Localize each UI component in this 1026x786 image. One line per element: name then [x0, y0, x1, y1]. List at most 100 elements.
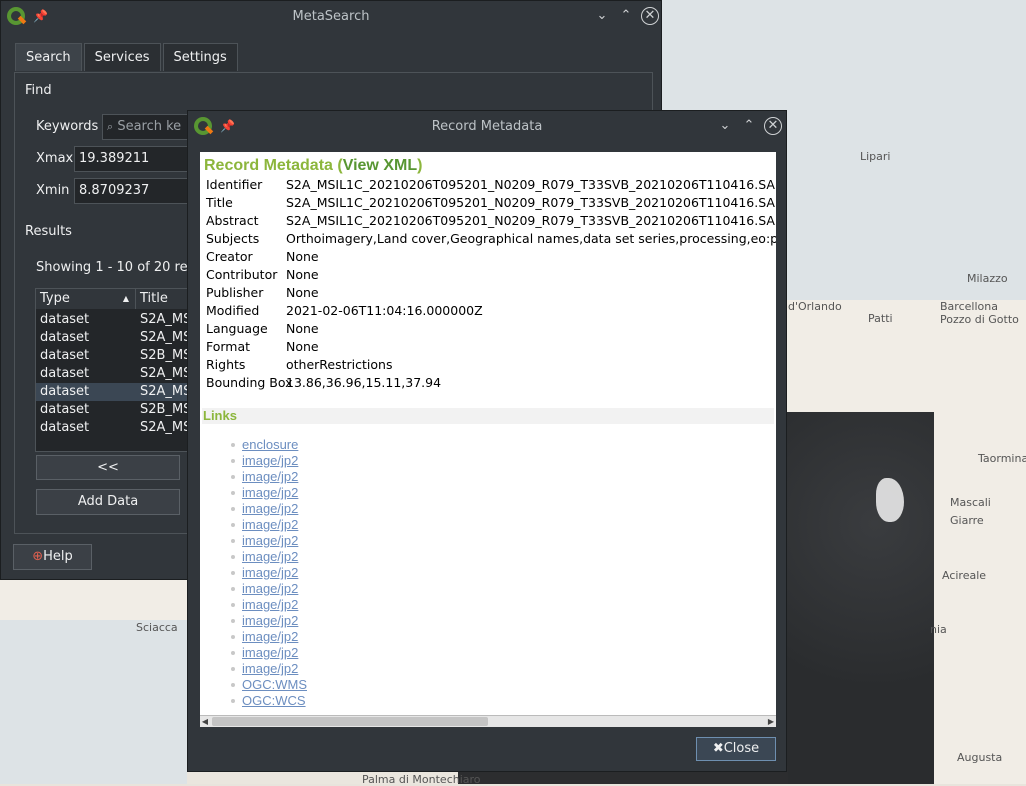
link-image-jp2[interactable]: image/jp2 — [242, 517, 298, 532]
close-icon[interactable]: ✕ — [641, 7, 659, 25]
xmax-field[interactable]: 19.389211 — [74, 146, 192, 172]
maximize-icon[interactable]: ⌃ — [740, 117, 758, 135]
link-image-jp2[interactable]: image/jp2 — [242, 565, 298, 580]
metadata-key: Publisher — [206, 285, 264, 300]
cell-type: dataset — [40, 402, 90, 417]
table-row-selected[interactable]: dataset S2A_MS — [36, 383, 196, 401]
link-image-jp2[interactable]: image/jp2 — [242, 469, 298, 484]
link-image-jp2[interactable]: image/jp2 — [242, 549, 298, 564]
column-type-label: Type — [40, 291, 70, 306]
link-item: enclosure — [231, 437, 774, 453]
find-label: Find — [25, 83, 52, 98]
view-xml-link[interactable]: View XML — [343, 157, 417, 174]
link-image-jp2[interactable]: image/jp2 — [242, 597, 298, 612]
close-icon[interactable]: ✕ — [764, 117, 782, 135]
link-ogc-wms[interactable]: OGC:WMS — [242, 677, 307, 692]
link-image-jp2[interactable]: image/jp2 — [242, 533, 298, 548]
place-label: Mascali — [950, 496, 991, 509]
xmin-field[interactable]: 8.8709237 — [74, 178, 192, 204]
results-table[interactable]: Type ▲ Title dataset S2A_MS dataset S2A_MS… — [35, 288, 197, 452]
search-icon: ⌕ — [107, 120, 114, 133]
link-image-jp2[interactable]: image/jp2 — [242, 613, 298, 628]
column-header-type[interactable]: Type ▲ — [36, 289, 136, 309]
metadata-row: Identifier S2A_MSIL1C_20210206T095201_N02… — [202, 176, 776, 194]
metadata-key: Bounding Box — [206, 375, 293, 390]
cell-type: dataset — [40, 312, 90, 327]
minimize-icon[interactable]: ⌄ — [593, 7, 611, 25]
place-label: Lipari — [860, 150, 891, 163]
tab-search[interactable]: Search — [15, 43, 82, 71]
metadata-key: Subjects — [206, 231, 260, 246]
link-item: image/jp2 — [231, 597, 774, 613]
table-row[interactable]: dataset S2A_MS — [36, 311, 196, 329]
metadata-row: Title S2A_MSIL1C_20210206T095201_N0209_R0… — [202, 194, 776, 212]
table-row[interactable]: dataset S2B_MS — [36, 401, 196, 419]
metadata-value: None — [286, 321, 319, 336]
sort-asc-icon: ▲ — [122, 294, 129, 303]
link-item: image/jp2 — [231, 453, 774, 469]
land-area — [934, 412, 1026, 784]
maximize-icon[interactable]: ⌃ — [617, 7, 635, 25]
link-image-jp2[interactable]: image/jp2 — [242, 661, 298, 676]
link-item: OGC:WMS — [231, 677, 774, 693]
metadata-content: Record Metadata (View XML) Identifier S2A… — [202, 156, 776, 709]
metadata-row: Language None — [202, 320, 774, 338]
metadata-row: Publisher None — [202, 284, 774, 302]
scrollbar-thumb[interactable] — [212, 717, 488, 726]
metadata-row: Creator None — [202, 248, 774, 266]
metadata-key: Language — [206, 321, 268, 336]
keywords-label: Keywords — [36, 119, 99, 134]
metadata-row: Modified 2021-02-06T11:04:16.000000Z — [202, 302, 774, 320]
link-image-jp2[interactable]: image/jp2 — [242, 629, 298, 644]
link-image-jp2[interactable]: image/jp2 — [242, 501, 298, 516]
xmax-label: Xmax — [36, 151, 74, 166]
place-label: Taormina — [978, 452, 1026, 465]
table-row[interactable]: dataset S2A_MS — [36, 419, 196, 437]
add-data-button[interactable]: Add Data — [36, 489, 180, 515]
metadata-key: Rights — [206, 357, 246, 372]
tab-settings[interactable]: Settings — [162, 43, 238, 71]
metadata-value: S2A_MSIL1C_20210206T095201_N0209_R079_T3… — [286, 177, 776, 192]
metadata-key: Title — [206, 195, 233, 210]
dialog-title: Record Metadata — [431, 118, 543, 134]
cell-title: S2A_MS — [140, 330, 192, 345]
help-icon: ⊕ — [32, 549, 44, 564]
metadata-key: Creator — [206, 249, 253, 264]
scroll-right-icon[interactable]: ▶ — [766, 716, 776, 727]
link-item: image/jp2 — [231, 645, 774, 661]
results-label: Results — [25, 224, 72, 239]
cell-type: dataset — [40, 348, 90, 363]
link-ogc-wcs[interactable]: OGC:WCS — [242, 693, 306, 708]
metasearch-titlebar[interactable]: 📌 MetaSearch ⌄ ⌃ ✕ — [1, 1, 661, 31]
tab-services[interactable]: Services — [83, 43, 161, 71]
metadata-row: Contributor None — [202, 266, 774, 284]
link-image-jp2[interactable]: image/jp2 — [242, 645, 298, 660]
help-button[interactable]: ⊕Help — [13, 544, 92, 570]
link-item: image/jp2 — [231, 549, 774, 565]
place-label: Palma di Montechiaro — [362, 773, 481, 786]
link-enclosure[interactable]: enclosure — [242, 437, 298, 452]
help-label: Help — [43, 549, 73, 564]
metasearch-tabs: Search Services Settings — [15, 43, 240, 71]
metadata-key: Format — [206, 339, 251, 354]
table-row[interactable]: dataset S2A_MS — [36, 329, 196, 347]
search-input[interactable]: ⌕ Search ke — [102, 114, 192, 140]
link-item: OGC:WCS — [231, 693, 774, 709]
search-placeholder: Search ke — [117, 119, 182, 134]
link-image-jp2[interactable]: image/jp2 — [242, 581, 298, 596]
scroll-left-icon[interactable]: ◀ — [200, 716, 210, 727]
metadata-value: 2021-02-06T11:04:16.000000Z — [286, 303, 483, 318]
link-image-jp2[interactable]: image/jp2 — [242, 453, 298, 468]
metadata-viewer[interactable]: Record Metadata (View XML) Identifier S2A… — [200, 152, 776, 715]
link-item: image/jp2 — [231, 629, 774, 645]
minimize-icon[interactable]: ⌄ — [716, 117, 734, 135]
link-image-jp2[interactable]: image/jp2 — [242, 485, 298, 500]
place-label: Giarre — [950, 514, 984, 527]
table-row[interactable]: dataset S2A_MS — [36, 365, 196, 383]
close-button[interactable]: ✖Close — [696, 737, 776, 761]
window-title: MetaSearch — [292, 8, 370, 24]
prev-page-button[interactable]: << — [36, 455, 180, 480]
record-titlebar[interactable]: 📌 Record Metadata ⌄ ⌃ ✕ — [188, 111, 786, 141]
table-row[interactable]: dataset S2B_MS — [36, 347, 196, 365]
horizontal-scrollbar[interactable]: ◀ ▶ — [200, 715, 776, 727]
